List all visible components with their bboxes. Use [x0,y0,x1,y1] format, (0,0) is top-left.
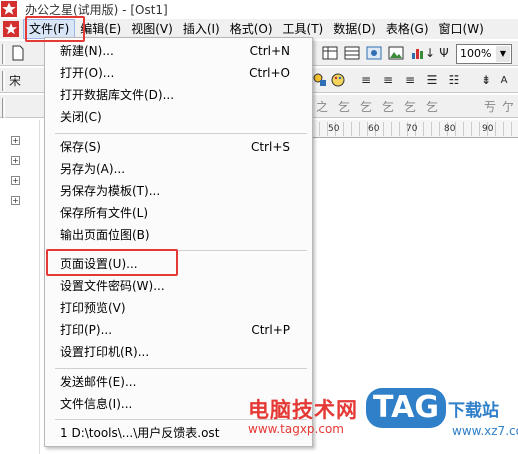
tree-expand-icon[interactable]: + [11,136,20,145]
menu-window[interactable]: 窗口(W) [434,19,489,39]
align-center-icon[interactable]: ≡ [378,70,398,90]
zoom-select[interactable]: 100% ▼ [456,44,512,64]
ruler-tick-label: 70 [406,124,418,134]
menu-separator [55,250,307,251]
ruler-tick-label: 80 [444,124,456,134]
menu-item-set-password[interactable]: 设置文件密码(W)... [45,275,312,297]
menu-data[interactable]: 数据(D) [328,19,381,39]
toolbar-grip[interactable] [2,71,5,91]
toolbar-grip[interactable] [2,98,5,118]
align-left-icon[interactable]: ≡ [356,70,376,90]
menu-item-save-all[interactable]: 保存所有文件(L) [45,202,312,224]
watermark-cn-text: 电脑技术网 [248,398,358,422]
menu-item-printer-setup[interactable]: 设置打印机(R)... [45,341,312,363]
menu-separator [55,368,307,369]
ruler-tick-label: 90 [482,124,494,134]
table-icon[interactable] [342,43,362,63]
shortcut-label: Ctrl+O [249,66,290,80]
spreadsheet-icon[interactable] [320,43,340,63]
distribute-icon[interactable]: ☷ [444,70,464,90]
menu-insert[interactable]: 插入(I) [178,19,225,39]
font-size-icon[interactable]: A [494,70,514,90]
menu-item-export-bitmap[interactable]: 输出页面位图(B) [45,224,312,246]
horizontal-ruler[interactable]: 50 60 70 80 90 [312,120,518,138]
toolbar-grip[interactable] [2,44,5,64]
shortcut-label: Ctrl+P [251,323,290,337]
menu-format[interactable]: 格式(O) [225,19,278,39]
ruler-tick-label: 60 [368,124,380,134]
shortcut-label: Ctrl+S [250,140,290,154]
document-menu-icon[interactable] [3,21,19,37]
psi-symbol-icon[interactable]: Ψ [434,43,454,63]
menu-table[interactable]: 表格(G) [381,19,434,39]
watermark-domain: www.xz7.com [452,424,518,438]
char-format-icon-4[interactable]: 乞 [378,96,398,116]
watermark-tag-logo: TAG [366,388,446,428]
menu-item-print-preview[interactable]: 打印预览(V) [45,297,312,319]
menu-item-save[interactable]: 保存(S) Ctrl+S [45,136,312,158]
tree-expand-icon[interactable]: + [11,196,20,205]
menu-item-new[interactable]: 新建(N)... Ctrl+N [45,40,312,62]
watermark-url: www.tagxp.com [248,422,344,436]
watermark-site: 下载站 [448,401,499,421]
char-format-icon-1[interactable]: 之 [312,96,332,116]
palette-icon[interactable] [328,70,348,90]
new-document-icon[interactable] [8,43,28,63]
menu-tools[interactable]: 工具(T) [278,19,329,39]
menu-item-open-database[interactable]: 打开数据库文件(D)... [45,84,312,106]
tree-expand-icon[interactable]: + [11,156,20,165]
watermark: 电脑技术网 www.tagxp.com TAG 下载站 www.xz7.com [248,386,518,450]
chevron-down-icon[interactable]: ▼ [496,46,510,62]
title-bar: 办公之星(试用版) - [Ost1] [0,0,518,18]
align-right-icon[interactable]: ≡ [400,70,420,90]
ruler-tick-label: 50 [328,124,340,134]
image-icon[interactable] [364,43,384,63]
line-spacing-icon[interactable]: ⇟ [476,70,496,90]
menu-item-open[interactable]: 打开(O)... Ctrl+O [45,62,312,84]
tree-expand-icon[interactable]: + [11,176,20,185]
menu-item-print[interactable]: 打印(P)... Ctrl+P [45,319,312,341]
picture-icon[interactable] [386,43,406,63]
menu-edit[interactable]: 编辑(E) [75,19,126,39]
justify-icon[interactable]: ☰ [422,70,442,90]
menu-item-save-as[interactable]: 另存为(A)... [45,158,312,180]
shapes-icon[interactable] [310,70,330,90]
char-format-icon-5[interactable]: 乞 [400,96,420,116]
menu-separator [55,133,307,134]
font-fragment: 宋 [8,73,21,88]
char-format-icon-7[interactable]: 亐 [480,96,500,116]
menu-item-save-as-template[interactable]: 另保存为模板(T)... [45,180,312,202]
shortcut-label: Ctrl+N [249,44,290,58]
char-format-icon-6[interactable]: 乞 [422,96,442,116]
menu-view[interactable]: 视图(V) [126,19,178,39]
app-star-icon [1,1,17,17]
menu-item-page-setup[interactable]: 页面设置(U)... [45,253,312,275]
char-format-icon-3[interactable]: 乞 [356,96,376,116]
menu-bar: 文件(F) 编辑(E) 视图(V) 插入(I) 格式(O) 工具(T) 数据(D… [0,19,518,39]
zoom-value: 100% [460,47,492,60]
char-format-icon-2[interactable]: 乞 [334,96,354,116]
document-tree-panel: + + + + [0,120,40,454]
char-format-icon-8[interactable]: 亇 [498,96,518,116]
menu-item-close[interactable]: 关闭(C) [45,106,312,128]
window-title: 办公之星(试用版) - [Ost1] [25,2,168,17]
menu-file[interactable]: 文件(F) [23,19,76,39]
